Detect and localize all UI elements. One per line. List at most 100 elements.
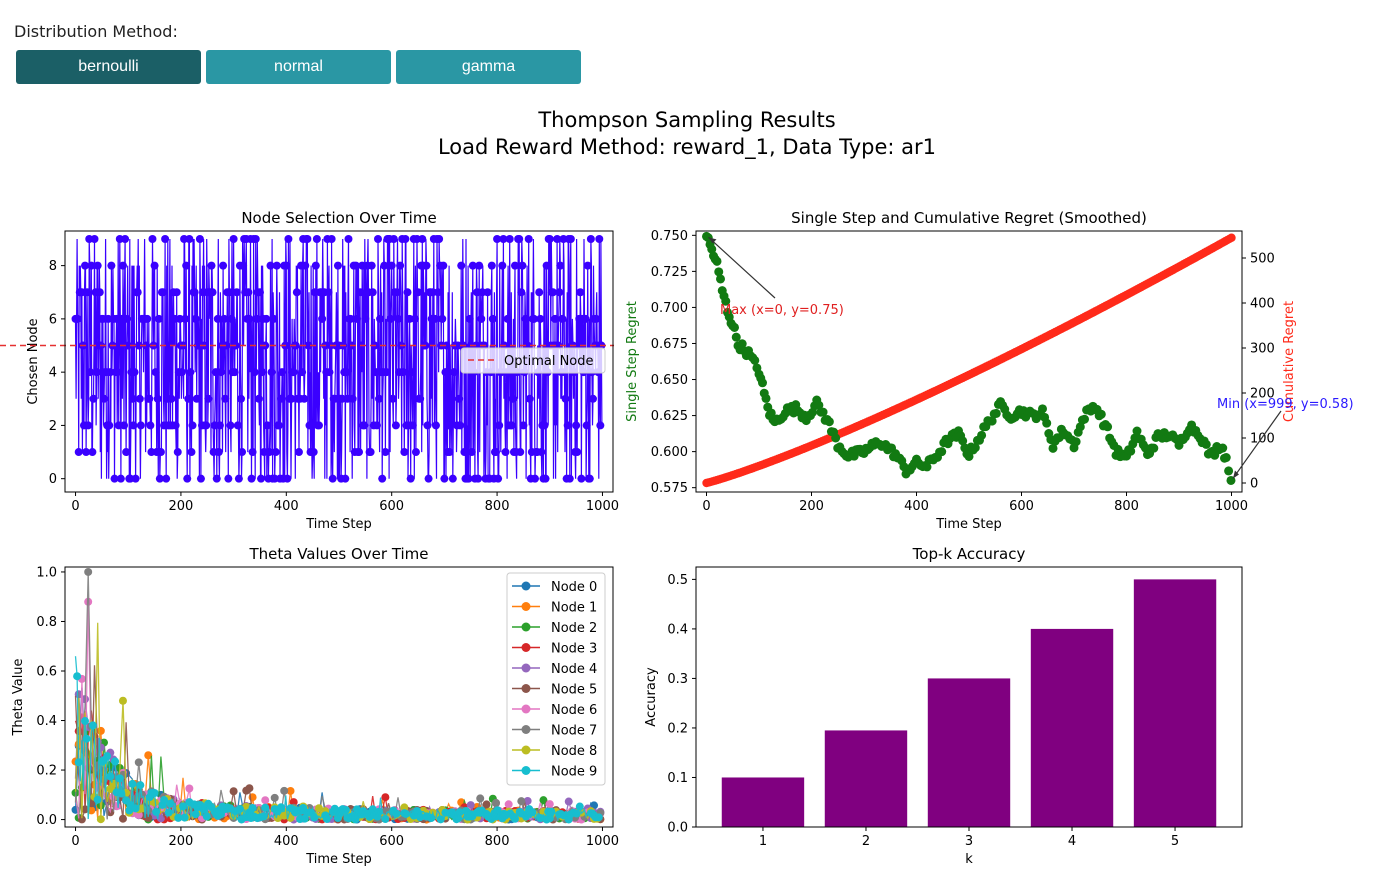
selection-point — [190, 288, 199, 297]
selection-point — [457, 261, 466, 270]
theta-chart: Theta Values Over Time 0 200 400 600 800 1000 0… — [11, 545, 619, 867]
single-regret-point — [1221, 453, 1231, 463]
selection-point — [373, 234, 382, 243]
single-regret-point — [991, 408, 1001, 418]
selection-point — [282, 261, 291, 270]
selection-point — [455, 394, 464, 403]
single-regret-point — [712, 256, 722, 266]
y-tick-label: 0.750 — [651, 229, 688, 244]
selection-point — [399, 368, 408, 377]
selection-point — [325, 368, 334, 377]
selection-point — [348, 394, 357, 403]
selection-point — [545, 234, 554, 243]
legend-label: Optimal Node — [504, 354, 594, 369]
selection-point — [507, 421, 516, 430]
selection-point — [566, 234, 575, 243]
right-y-tick-label: 0 — [1250, 477, 1258, 492]
selection-point — [430, 314, 439, 323]
selection-point — [271, 448, 280, 457]
selection-point — [588, 394, 597, 403]
selection-point — [215, 421, 224, 430]
selection-point — [324, 288, 333, 297]
selection-point — [254, 394, 263, 403]
accuracy-bar — [1030, 628, 1114, 827]
selection-point — [227, 314, 236, 323]
selection-point — [327, 234, 336, 243]
selection-point — [303, 234, 312, 243]
legend: Node 0 Node 1 Node 2 Node 3 Node 4 Node 5 Node… — [506, 572, 606, 786]
selection-point — [411, 448, 420, 457]
selection-point — [341, 474, 350, 483]
accuracy-bar — [927, 678, 1011, 827]
selection-point — [495, 421, 504, 430]
selection-point — [283, 474, 292, 483]
selection-point — [263, 421, 272, 430]
selection-point — [424, 474, 433, 483]
y-tick-label: 0.8 — [36, 615, 57, 630]
single-regret-point — [1042, 418, 1052, 428]
selection-point — [146, 421, 155, 430]
selection-point — [355, 448, 364, 457]
selection-point — [367, 261, 376, 270]
y-tick-label: 0.650 — [651, 373, 688, 388]
selection-point — [185, 234, 194, 243]
y-axis-label: Accuracy — [644, 667, 659, 727]
selection-point — [272, 261, 281, 270]
selection-point — [524, 234, 533, 243]
x-tick-label: 1000 — [1215, 499, 1248, 514]
single-regret-point — [1038, 404, 1047, 414]
x-axis-label: Time Step — [305, 852, 372, 867]
selection-point — [565, 474, 574, 483]
single-regret-point — [937, 447, 947, 457]
selection-point — [107, 261, 116, 270]
selection-point — [431, 421, 440, 430]
selection-point — [120, 421, 129, 430]
selection-point — [188, 421, 197, 430]
selection-point — [498, 261, 507, 270]
selection-point — [258, 368, 267, 377]
selection-point — [525, 394, 534, 403]
selection-point — [136, 421, 145, 430]
selection-point — [184, 394, 193, 403]
selection-point — [232, 288, 241, 297]
selection-point — [292, 288, 301, 297]
single-regret-point — [1218, 443, 1228, 453]
single-regret-point — [1080, 414, 1089, 424]
selection-point — [74, 448, 83, 457]
x-tick-label: 600 — [1009, 499, 1034, 514]
selection-point — [250, 368, 259, 377]
selection-point — [360, 421, 369, 430]
selection-point — [387, 261, 396, 270]
selection-point — [314, 421, 323, 430]
selection-point — [403, 288, 412, 297]
selection-point — [230, 368, 239, 377]
selection-point — [378, 474, 387, 483]
selection-point — [467, 448, 476, 457]
selection-point — [294, 448, 303, 457]
selection-point — [401, 234, 410, 243]
y-axis-label: Chosen Node — [26, 318, 41, 404]
selection-point — [440, 474, 449, 483]
selection-point — [153, 394, 162, 403]
selection-point — [95, 288, 104, 297]
selection-point — [177, 368, 186, 377]
selection-point — [445, 448, 454, 457]
selection-point — [501, 448, 510, 457]
selection-point — [573, 448, 582, 457]
selection-point — [380, 261, 389, 270]
chart-title: Single Step and Cumulative Regret (Smoot… — [791, 209, 1147, 227]
single-regret-point — [1149, 443, 1159, 453]
legend-label: Node 8 — [551, 744, 597, 759]
selection-point — [122, 448, 131, 457]
selection-point — [244, 288, 253, 297]
right-y-tick-label: 100 — [1250, 432, 1275, 447]
single-regret-point — [1103, 422, 1113, 432]
x-tick-label: 4 — [1068, 834, 1076, 849]
selection-point — [541, 474, 550, 483]
selection-point — [449, 368, 458, 377]
selection-point — [133, 288, 142, 297]
selection-point — [255, 288, 264, 297]
selection-point — [161, 234, 170, 243]
selection-point — [361, 314, 370, 323]
selection-point — [196, 474, 205, 483]
